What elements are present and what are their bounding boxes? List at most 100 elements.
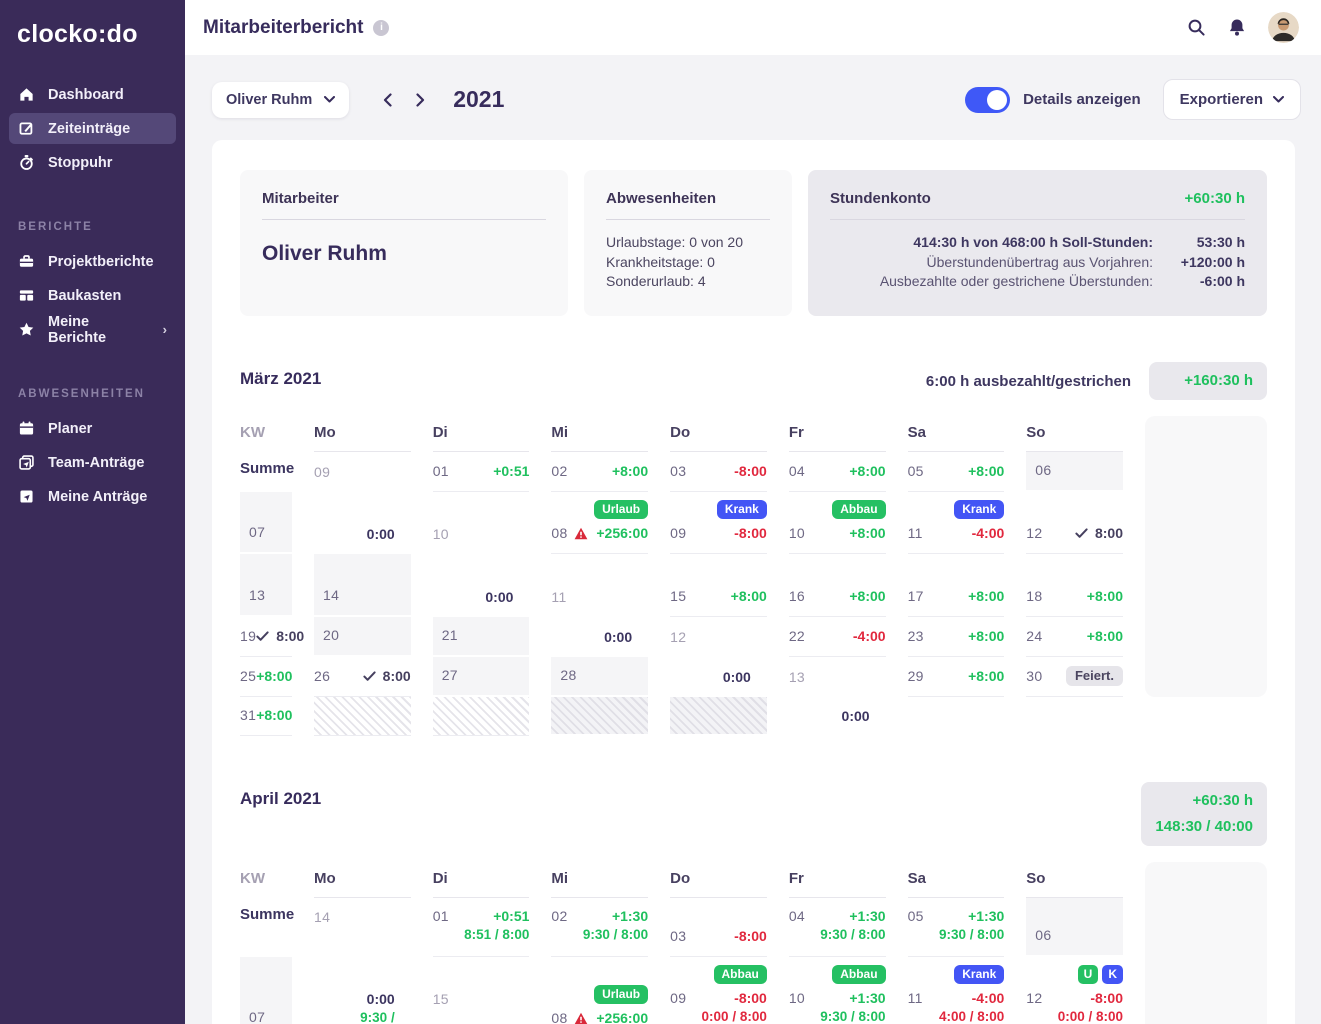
edit-icon: [18, 120, 35, 137]
week-sum-value: 0:00: [723, 669, 751, 685]
absence-badge[interactable]: Krank: [954, 965, 1004, 984]
hours-account-row: Ausbezahlte oder gestrichene Überstunden…: [830, 272, 1245, 292]
sidebar-item-stoppuhr[interactable]: Stoppuhr: [9, 147, 176, 178]
sidebar-item-label: Team-Anträge: [48, 455, 144, 471]
next-year-button[interactable]: [412, 89, 429, 111]
day-number: 04: [789, 463, 805, 479]
absence-badge[interactable]: U: [1078, 965, 1099, 984]
absence-badge[interactable]: K: [1102, 965, 1123, 984]
badge-row: Krank: [908, 965, 1005, 987]
bell-icon[interactable]: [1228, 18, 1246, 37]
calendar-day-cell: 128:00: [1026, 492, 1123, 554]
month-section-april-2021: April 2021+60:30 h148:30 / 40:00KWMoDiMi…: [240, 782, 1267, 1024]
calendar-day-cell: 04 +8:00: [789, 452, 886, 492]
calendar-day-cell: 30Feiert.: [1026, 657, 1123, 697]
day-detail-value: 9:30 / 8:00: [908, 927, 1005, 946]
day-difference-value: -4:00: [853, 628, 886, 644]
day-number: 15: [670, 588, 686, 604]
day-number: 19: [240, 628, 256, 644]
calendar-day-cell: 13: [240, 554, 292, 617]
day-difference-value: +0:51: [493, 908, 529, 924]
absence-badge[interactable]: Abbau: [832, 500, 885, 519]
month-table: KWMoDiMiDoFrSaSoSumme1401+0:518:51 / 8:0…: [240, 862, 1267, 1024]
briefcase-icon: [18, 253, 35, 270]
info-icon[interactable]: i: [373, 20, 389, 36]
employee-select-value: Oliver Ruhm: [226, 92, 312, 108]
calendar-day-cell: 14: [314, 554, 411, 617]
sidebar-item-meine-berichte[interactable]: Meine Berichte›: [9, 314, 176, 345]
sidebar-item-label: Stoppuhr: [48, 155, 112, 171]
day-difference-value: +8:00: [849, 463, 885, 479]
absence-badge[interactable]: Urlaub: [594, 985, 648, 1004]
kw-cell: 14: [314, 898, 411, 957]
day-number: 03: [670, 463, 686, 479]
summe-column-background: [1145, 416, 1267, 697]
day-difference-value: +8:00: [612, 463, 648, 479]
day-number: 23: [908, 628, 924, 644]
absence-badge[interactable]: Abbau: [832, 965, 885, 984]
day-number: 18: [1026, 588, 1042, 604]
day-number: 07: [249, 524, 265, 540]
calendar-day-cell: 28: [551, 657, 648, 697]
sidebar-item-projektberichte[interactable]: Projektberichte: [9, 246, 176, 277]
summe-cell: 0:00: [670, 657, 767, 697]
calendar-day-cell: 198:00: [240, 617, 292, 657]
day-difference-value: +256:00: [596, 525, 648, 541]
day-difference-value: -8:00: [1090, 990, 1123, 1006]
sidebar-item-team-antr-ge[interactable]: Team-Anträge: [9, 447, 176, 478]
search-icon[interactable]: [1187, 18, 1206, 37]
sidebar-item-planer[interactable]: Planer: [9, 413, 176, 444]
day-difference-value: +8:00: [256, 668, 292, 684]
day-detail-value: 4:00 / 8:00: [908, 1009, 1005, 1024]
prev-year-button[interactable]: [379, 89, 396, 111]
day-difference-value: +1:30: [849, 990, 885, 1006]
day-difference-value: -8:00: [734, 928, 767, 944]
calendar-day-cell: 01+0:51: [433, 452, 530, 492]
employee-card-title: Mitarbeiter: [262, 190, 339, 207]
day-number: 17: [908, 588, 924, 604]
team-request-icon: [18, 454, 35, 471]
calendar-day-cell: 01+0:518:51 / 8:00: [433, 898, 530, 957]
month-total-value: 148:30 / 40:00: [1155, 814, 1253, 840]
export-button[interactable]: Exportieren: [1163, 79, 1301, 120]
calendar-day-cell: 02+1:309:30 / 8:00: [551, 898, 648, 957]
warning-icon[interactable]: [574, 1012, 588, 1024]
calendar-empty-cell: [314, 697, 411, 736]
month-section-m-rz-2021: März 20216:00 h ausbezahlt/gestrichen+16…: [240, 362, 1267, 736]
chevron-right-icon: ›: [163, 322, 167, 337]
day-difference-value: +8:00: [968, 463, 1004, 479]
topbar-actions: [1187, 12, 1299, 43]
warning-icon[interactable]: [574, 527, 588, 540]
calendar-empty-cell: [433, 697, 530, 736]
absence-badge[interactable]: Urlaub: [594, 500, 648, 519]
day-difference-value: +8:00: [968, 588, 1004, 604]
year-label: 2021: [453, 86, 504, 113]
calendar-day-cell: Abbau09-8:000:00 / 8:00: [670, 957, 767, 1024]
sidebar-item-zeiteintr-ge[interactable]: Zeiteinträge: [9, 113, 176, 144]
sidebar-item-meine-antr-ge[interactable]: Meine Anträge: [9, 481, 176, 512]
day-difference-value: +1:30: [612, 908, 648, 924]
report-card: Mitarbeiter Oliver Ruhm Abwesenheiten Ur…: [212, 140, 1295, 1024]
hours-account-row-label: 414:30 h von 468:00 h Soll-Stunden:: [913, 233, 1153, 253]
export-button-label: Exportieren: [1180, 91, 1263, 108]
week-sum-value: 0:00: [367, 526, 395, 542]
month-title: März 2021: [240, 369, 321, 389]
absence-badge[interactable]: Krank: [954, 500, 1004, 519]
day-number: 08: [551, 1010, 567, 1024]
employee-select[interactable]: Oliver Ruhm: [212, 82, 349, 118]
calendar-day-cell: 05+8:00: [908, 452, 1005, 492]
absence-badge[interactable]: Krank: [717, 500, 767, 519]
app-logo[interactable]: clocko:do: [0, 0, 185, 49]
day-difference-value: +0:51: [493, 463, 529, 479]
sidebar-item-baukasten[interactable]: Baukasten: [9, 280, 176, 311]
details-toggle[interactable]: [965, 87, 1010, 113]
employee-name: Oliver Ruhm: [262, 242, 546, 266]
day-number: 20: [323, 627, 339, 643]
avatar[interactable]: [1268, 12, 1299, 43]
sidebar-section-title: BERICHTE: [18, 221, 167, 233]
sidebar-item-dashboard[interactable]: Dashboard: [9, 79, 176, 110]
absence-badge[interactable]: Abbau: [714, 965, 767, 984]
hours-account-card: Stundenkonto +60:30 h 414:30 h von 468:0…: [808, 170, 1267, 316]
chevron-down-icon: [1273, 96, 1284, 103]
day-number: 06: [1035, 927, 1051, 943]
